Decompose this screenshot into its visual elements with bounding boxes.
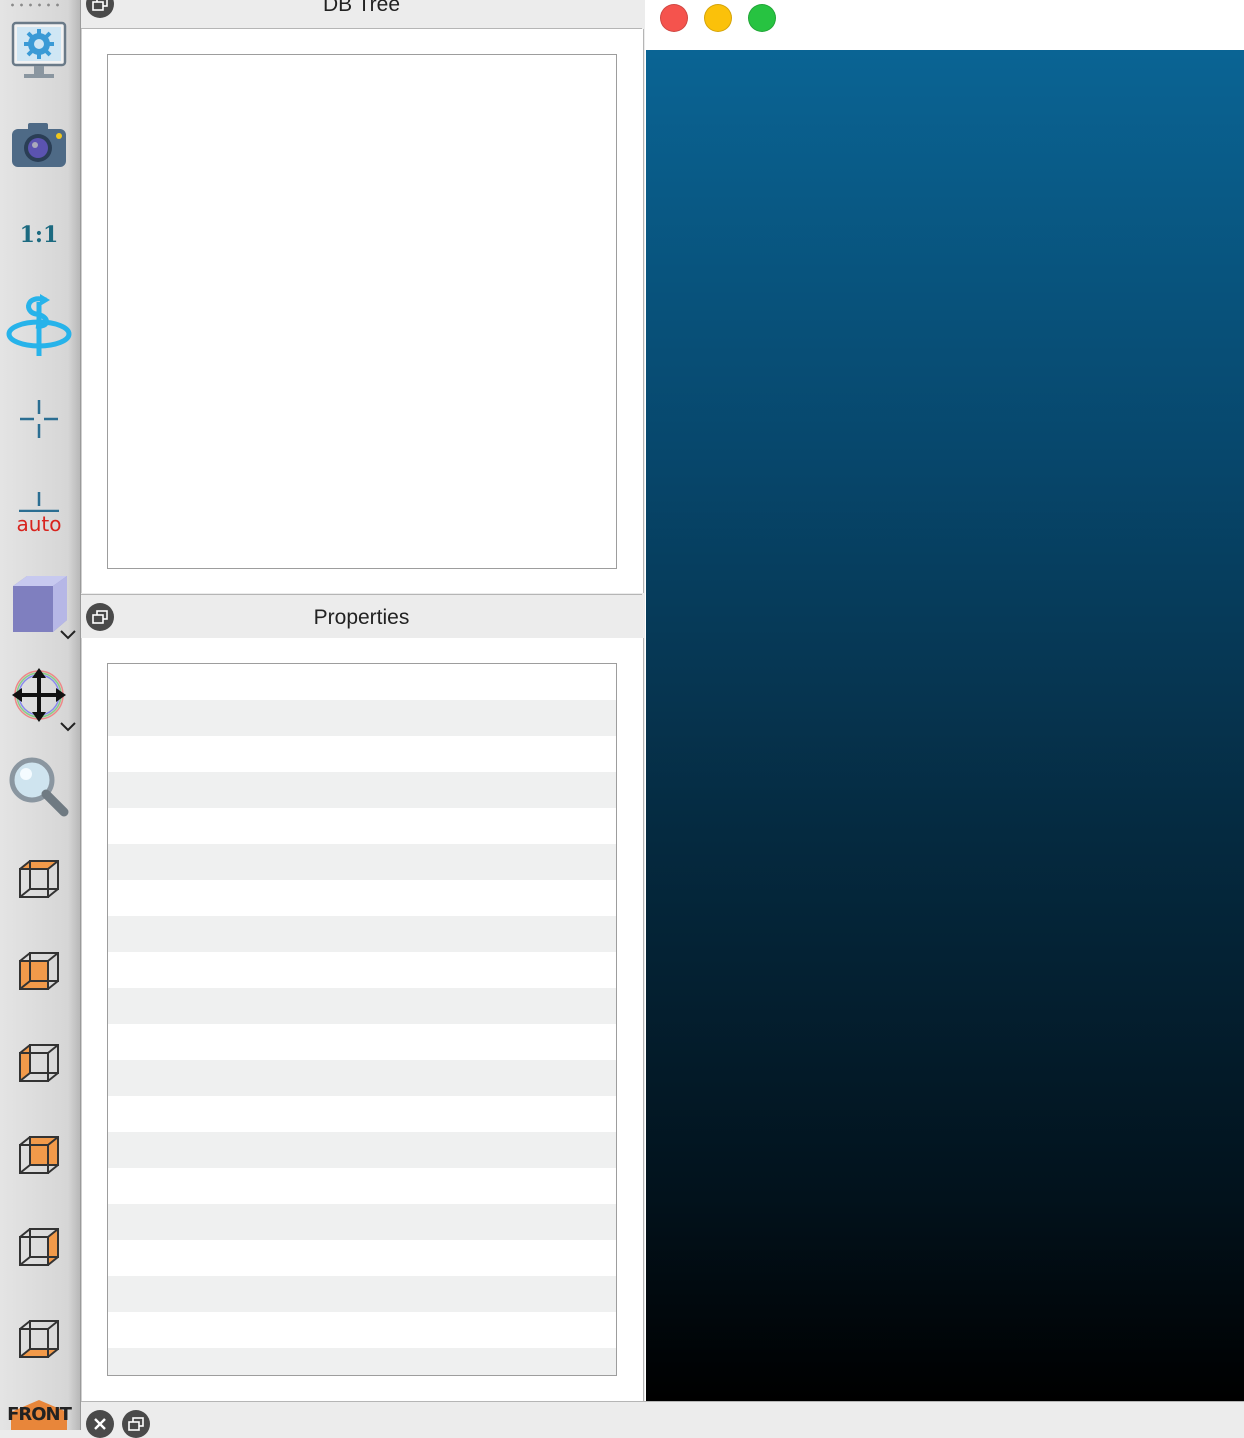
float-window-icon [128,1417,144,1431]
zoom-1-1-label: 1:1 [19,222,59,248]
property-row[interactable] [108,988,616,1024]
bottom-dock-bar [81,1401,1244,1438]
properties-title: Properties [313,606,410,629]
property-row[interactable] [108,1312,616,1348]
properties-panel [81,638,644,1401]
db-tree-title: DB Tree [322,0,401,16]
float-window-icon [92,610,108,624]
property-row[interactable] [108,772,616,808]
property-row[interactable] [108,1348,616,1375]
screenshot-camera-icon[interactable] [6,112,72,178]
close-icon [94,1418,106,1430]
properties-header: Properties [81,594,642,639]
property-row[interactable] [108,844,616,880]
view-front-cube-icon[interactable]: FRONT [6,1396,72,1430]
property-row[interactable] [108,1240,616,1276]
property-row[interactable] [108,916,616,952]
property-row[interactable] [108,1096,616,1132]
view-front-label: FRONT [7,1404,72,1425]
translate-rotate-icon[interactable] [6,662,72,728]
zoom-magnifier-icon[interactable] [6,754,72,820]
db-tree-view[interactable] [107,54,617,569]
float-window-icon [92,0,108,11]
console-float-button[interactable] [122,1410,150,1438]
pivot-point-icon[interactable] [6,386,72,452]
dock-panels: DB Tree Properties [81,0,644,1430]
property-row[interactable] [108,1204,616,1240]
properties-float-button[interactable] [86,603,114,631]
3d-view-window [645,0,1244,1401]
window-maximize-button[interactable] [748,4,776,32]
toolbar-grip[interactable] [8,2,64,8]
property-row[interactable] [108,880,616,916]
window-close-button[interactable] [660,4,688,32]
view-right-icon[interactable] [6,1214,72,1280]
display-settings-icon[interactable] [6,18,72,84]
translate-dropdown-icon[interactable] [60,720,76,732]
property-row[interactable] [108,1060,616,1096]
view-bottom-icon[interactable] [6,1306,72,1372]
property-row[interactable] [108,700,616,736]
zoom-1-1-icon[interactable]: 1:1 [6,202,72,268]
bounding-box-dropdown-icon[interactable] [60,628,76,640]
property-row[interactable] [108,1024,616,1060]
db-tree-float-button[interactable] [86,0,114,18]
view-back-icon[interactable] [6,1122,72,1188]
3d-viewport[interactable] [646,50,1244,1401]
view-left-icon[interactable] [6,1030,72,1096]
db-tree-panel [81,29,644,593]
view-top-icon[interactable] [6,846,72,912]
property-row[interactable] [108,1276,616,1312]
console-close-button[interactable] [86,1410,114,1438]
property-row[interactable] [108,1168,616,1204]
property-row[interactable] [108,736,616,772]
view-toolbar: 1:1 auto FRONT [0,0,81,1430]
auto-pivot-icon[interactable]: auto [6,482,72,548]
rotation-icon[interactable] [6,294,72,360]
db-tree-header: DB Tree [81,0,642,29]
property-row[interactable] [108,952,616,988]
property-row[interactable] [108,808,616,844]
auto-pivot-label: auto [16,512,62,536]
property-row[interactable] [108,1132,616,1168]
view-front-filled-icon[interactable] [6,938,72,1004]
window-minimize-button[interactable] [704,4,732,32]
property-row[interactable] [108,664,616,700]
properties-table[interactable] [107,663,617,1376]
